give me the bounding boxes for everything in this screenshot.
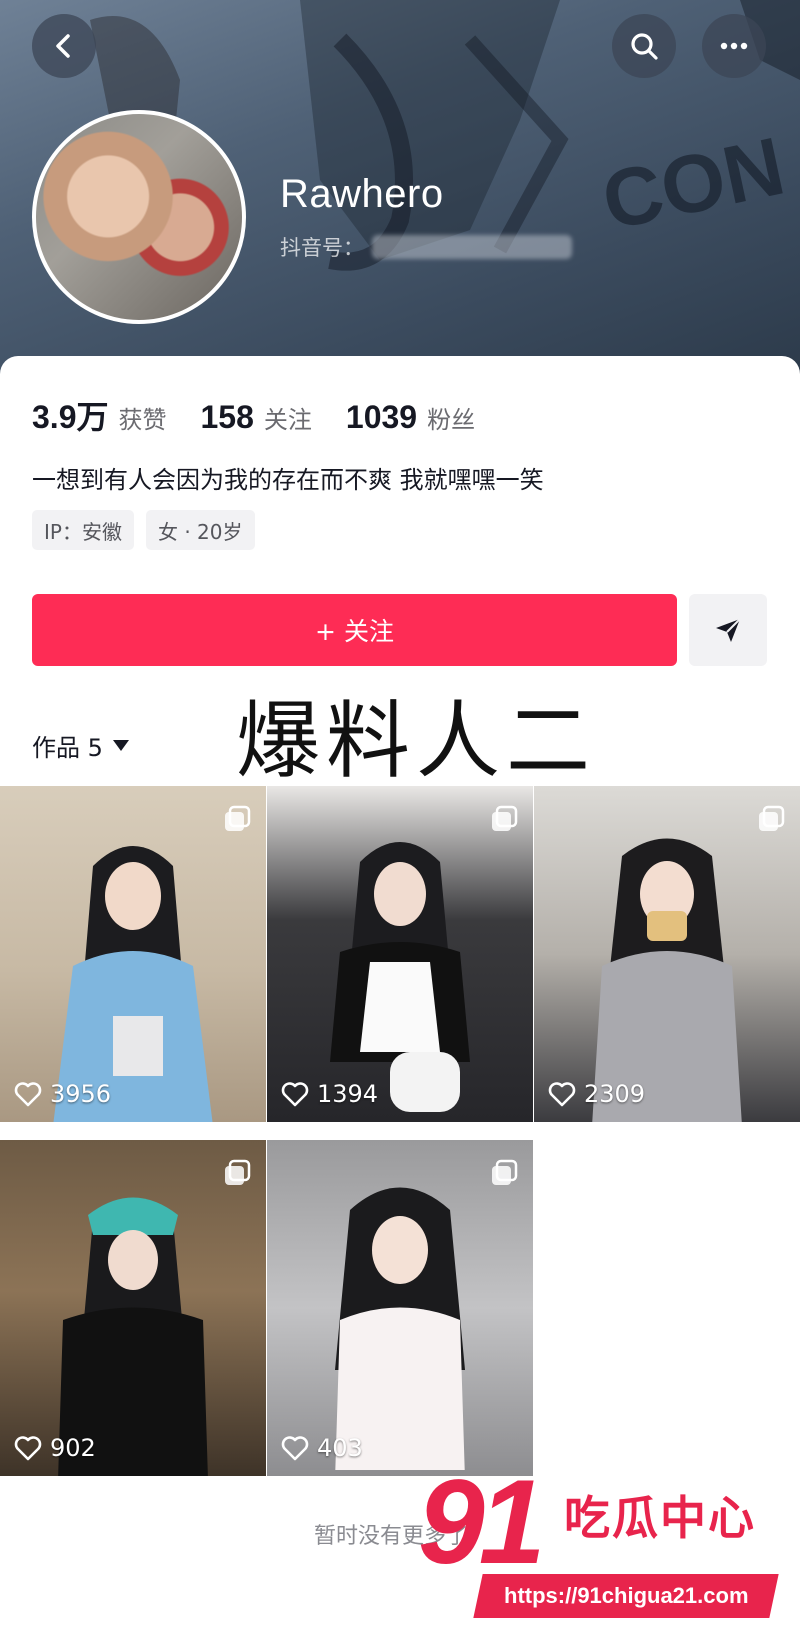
like-count: 403 xyxy=(281,1434,363,1462)
profile-banner: CON Rawhero 抖音号： xyxy=(0,0,800,380)
chevron-left-icon xyxy=(56,34,70,58)
thumbnail-figure xyxy=(330,842,470,1112)
watermark-number: 91 xyxy=(418,1455,546,1589)
douyin-id: 抖音号： xyxy=(280,232,572,262)
avatar[interactable] xyxy=(32,110,246,324)
multi-image-icon xyxy=(759,805,785,831)
likes-count: 3.9万 xyxy=(32,399,109,435)
like-count: 3956 xyxy=(14,1080,111,1108)
thumbnail-figure xyxy=(335,1187,465,1470)
watermark: 91 吃瓜中心 https://91chigua21.com xyxy=(418,1455,779,1632)
like-count: 1394 xyxy=(281,1080,378,1108)
profile-tags: IP：安徽 女 · 20岁 xyxy=(32,510,267,550)
send-icon xyxy=(716,618,741,642)
watermark-url-text: https://91chigua21.com xyxy=(503,1583,749,1608)
multi-image-icon xyxy=(492,805,518,831)
search-icon xyxy=(631,33,658,60)
stat-followers[interactable]: 1039 粉丝 xyxy=(346,399,475,436)
heart-icon xyxy=(281,1082,309,1107)
thumbnail-figure xyxy=(53,846,213,1122)
follow-button[interactable]: + 关注 xyxy=(32,594,677,666)
following-count: 158 xyxy=(200,399,254,435)
like-count-value: 902 xyxy=(50,1434,96,1462)
overlay-title: 爆料人二 xyxy=(236,692,597,790)
followers-label: 粉丝 xyxy=(427,406,476,434)
stats-row: 3.9万 获赞 158 关注 1039 粉丝 xyxy=(32,392,509,438)
multi-image-icon xyxy=(492,1159,518,1185)
heart-icon xyxy=(14,1436,42,1461)
gender-age-tag: 女 · 20岁 xyxy=(145,510,255,550)
stat-likes: 3.9万 获赞 xyxy=(32,392,167,438)
watermark-url: https://91chigua21.com xyxy=(473,1574,779,1618)
bio-text: 一想到有人会因为我的存在而不爽 我就嘿嘿一笑 xyxy=(32,466,544,494)
video-tile[interactable]: 902 xyxy=(0,1140,266,1476)
like-count-value: 3956 xyxy=(50,1080,112,1108)
caret-down-icon xyxy=(112,740,129,751)
heart-icon xyxy=(548,1082,576,1107)
ellipsis-icon xyxy=(720,42,748,50)
like-count-value: 2309 xyxy=(584,1080,646,1108)
following-label: 关注 xyxy=(263,406,312,434)
ip-location-tag: IP：安徽 xyxy=(32,510,134,550)
more-button[interactable] xyxy=(702,14,766,78)
likes-label: 获赞 xyxy=(118,406,167,434)
like-count: 2309 xyxy=(548,1080,645,1108)
like-count: 902 xyxy=(14,1434,96,1462)
works-label: 作品 5 xyxy=(32,734,103,762)
like-count-value: 1394 xyxy=(317,1080,379,1108)
heart-icon xyxy=(281,1436,309,1461)
multi-image-icon xyxy=(225,1159,251,1185)
thumbnail-figure xyxy=(58,1197,208,1476)
multi-image-icon xyxy=(225,805,251,831)
back-button[interactable] xyxy=(32,14,96,78)
video-tile[interactable]: 3956 xyxy=(0,786,266,1122)
watermark-name: 吃瓜中心 xyxy=(564,1491,756,1545)
works-tab[interactable]: 作品 5 xyxy=(32,728,129,763)
send-message-button[interactable] xyxy=(689,594,767,666)
like-count-value: 403 xyxy=(317,1434,363,1462)
video-tile[interactable]: 403 xyxy=(267,1140,533,1476)
heart-icon xyxy=(14,1082,42,1107)
username: Rawhero xyxy=(280,172,444,216)
video-tile[interactable]: 1394 xyxy=(267,786,533,1122)
stat-following[interactable]: 158 关注 xyxy=(201,399,312,436)
video-tile[interactable]: 2309 xyxy=(534,786,800,1122)
thumbnail-figure xyxy=(592,838,742,1122)
followers-count: 1039 xyxy=(345,399,418,435)
douyin-id-blurred-value xyxy=(372,235,572,259)
svg-text:CON: CON xyxy=(595,121,792,248)
douyin-id-label: 抖音号： xyxy=(280,236,364,260)
search-button[interactable] xyxy=(612,14,676,78)
